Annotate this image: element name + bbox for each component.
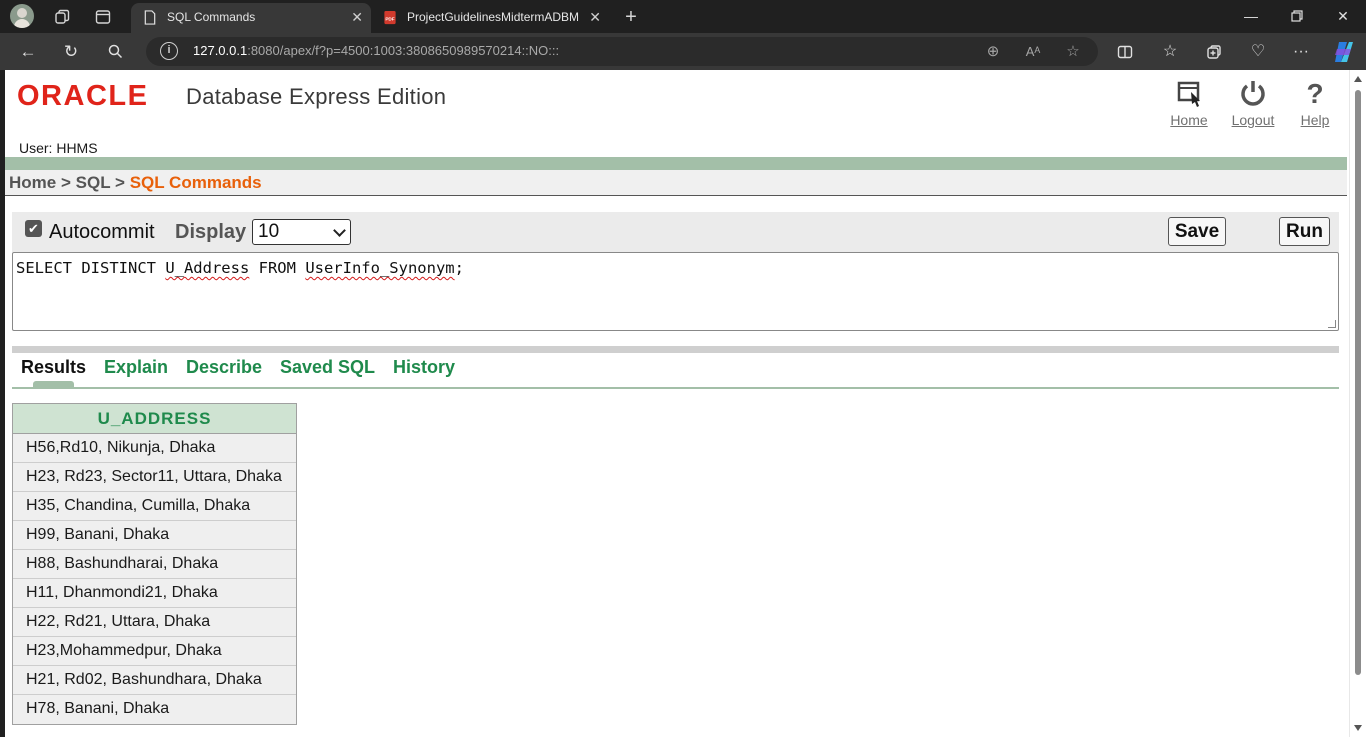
autocommit-checkbox[interactable]: ✔	[25, 220, 42, 237]
svg-text:?: ?	[1306, 78, 1323, 108]
breadcrumb-home[interactable]: Home	[9, 173, 56, 192]
tab-explain[interactable]: Explain	[104, 353, 168, 381]
table-row: H35, Chandina, Cumilla, Dhaka	[13, 492, 296, 521]
display-rows-select[interactable]: 10	[252, 219, 351, 245]
resize-handle-icon[interactable]	[1328, 320, 1336, 328]
logout-link[interactable]: Logout	[1225, 78, 1281, 128]
restore-icon[interactable]	[1274, 0, 1320, 33]
current-user: User: HHMS	[19, 140, 98, 156]
help-link[interactable]: ? Help	[1287, 78, 1343, 128]
tab-title: ProjectGuidelinesMidtermADBM	[407, 10, 580, 24]
tab-project-guidelines[interactable]: PDF ProjectGuidelinesMidtermADBM ✕	[371, 3, 609, 33]
header-band	[5, 157, 1347, 170]
address-toolbar: ← ↻ i 127.0.0.1:8080/apex/f?p=4500:1003:…	[0, 33, 1366, 70]
oracle-logo: ORACLE	[17, 82, 148, 108]
tab-results[interactable]: Results	[21, 353, 86, 381]
close-window-icon[interactable]: ✕	[1320, 0, 1366, 33]
table-row: H78, Banani, Dhaka	[13, 695, 296, 724]
tab-actions-icon[interactable]	[92, 6, 114, 28]
page-viewport: ORACLE Database Express Edition Home Log…	[5, 70, 1349, 737]
run-button[interactable]: Run	[1279, 217, 1330, 246]
url-text: 127.0.0.1:8080/apex/f?p=4500:1003:380865…	[193, 43, 560, 58]
sql-editor[interactable]: SELECT DISTINCT U_Address FROM UserInfo_…	[12, 252, 1339, 331]
zoom-icon[interactable]: ⊕	[982, 41, 1004, 63]
tab-sql-commands[interactable]: SQL Commands ✕	[131, 3, 371, 33]
more-menu-icon[interactable]: ···	[1288, 39, 1314, 65]
favorite-star-icon[interactable]: ☆	[1062, 41, 1084, 63]
table-row: H88, Bashundharai, Dhaka	[13, 550, 296, 579]
collections-icon[interactable]	[1201, 39, 1227, 65]
chevron-down-icon	[333, 224, 346, 237]
breadcrumb-sep: >	[60, 173, 71, 192]
site-info-icon[interactable]: i	[160, 42, 178, 60]
vertical-scrollbar[interactable]	[1349, 70, 1366, 737]
profile-avatar[interactable]	[10, 4, 34, 28]
address-field[interactable]: i 127.0.0.1:8080/apex/f?p=4500:1003:3808…	[146, 37, 1098, 66]
autocommit-label: Autocommit	[49, 221, 155, 243]
refresh-icon[interactable]: ↻	[58, 39, 84, 65]
page-icon	[144, 10, 156, 25]
breadcrumb-sep: >	[115, 173, 125, 192]
scroll-down-icon[interactable]	[1354, 725, 1362, 731]
back-icon[interactable]: ←	[15, 39, 41, 65]
svg-text:ORACLE: ORACLE	[17, 82, 148, 108]
table-row: H23,Mohammedpur, Dhaka	[13, 637, 296, 666]
scrollbar-thumb[interactable]	[1355, 90, 1361, 675]
browser-essentials-icon[interactable]: ♡	[1245, 39, 1271, 65]
save-button[interactable]: Save	[1168, 217, 1226, 246]
tab-title: SQL Commands	[167, 10, 256, 24]
display-rows-value: 10	[258, 221, 280, 242]
close-tab-icon[interactable]: ✕	[351, 3, 363, 31]
browser-tab-bar: SQL Commands ✕ PDF ProjectGuidelinesMidt…	[0, 0, 1366, 33]
favorites-icon[interactable]: ☆	[1157, 39, 1183, 65]
table-row: H22, Rd21, Uttara, Dhaka	[13, 608, 296, 637]
home-link[interactable]: Home	[1161, 78, 1217, 128]
help-icon: ?	[1306, 78, 1323, 108]
copilot-icon[interactable]	[1331, 39, 1357, 65]
power-icon	[1241, 81, 1265, 106]
command-toolbar: ✔ Autocommit Display 10 Save Run	[12, 212, 1339, 252]
close-tab-icon[interactable]: ✕	[589, 3, 601, 31]
pdf-icon: PDF	[384, 10, 396, 25]
display-label: Display	[175, 221, 247, 243]
product-name: Database Express Edition	[186, 84, 447, 109]
table-row: H21, Rd02, Bashundhara, Dhaka	[13, 666, 296, 695]
minimize-icon[interactable]: —	[1228, 0, 1274, 33]
breadcrumb-sql[interactable]: SQL	[76, 173, 111, 192]
table-row: H23, Rd23, Sector11, Uttara, Dhaka	[13, 463, 296, 492]
search-icon[interactable]	[102, 39, 128, 65]
column-header: U_ADDRESS	[13, 404, 296, 434]
workspaces-icon[interactable]	[51, 6, 73, 28]
table-row: H11, Dhanmondi21, Dhaka	[13, 579, 296, 608]
scroll-up-icon[interactable]	[1354, 76, 1362, 82]
tab-history[interactable]: History	[393, 353, 455, 381]
split-screen-icon[interactable]	[1112, 39, 1138, 65]
home-icon	[1177, 81, 1200, 107]
results-table: U_ADDRESS H56,Rd10, Nikunja, Dhaka H23, …	[12, 403, 297, 725]
new-tab-icon[interactable]: +	[620, 6, 642, 28]
table-row: H99, Banani, Dhaka	[13, 521, 296, 550]
tab-describe[interactable]: Describe	[186, 353, 262, 381]
section-divider	[12, 346, 1339, 353]
tab-saved-sql[interactable]: Saved SQL	[280, 353, 375, 381]
table-row: H56,Rd10, Nikunja, Dhaka	[13, 434, 296, 463]
tabs-underline	[12, 387, 1339, 389]
svg-text:PDF: PDF	[385, 16, 394, 21]
breadcrumb-current: SQL Commands	[129, 173, 262, 192]
read-aloud-icon[interactable]: Aᴬ	[1022, 41, 1044, 63]
breadcrumb: Home > SQL > SQL Commands	[5, 170, 1347, 196]
